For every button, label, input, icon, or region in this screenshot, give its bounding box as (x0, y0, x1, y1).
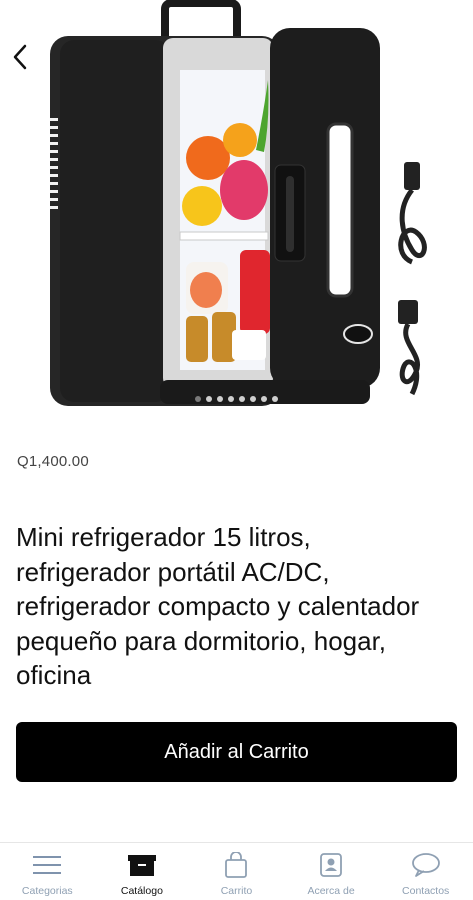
box-icon (127, 851, 157, 879)
gallery-dot[interactable] (195, 396, 201, 402)
gallery-dot[interactable] (217, 396, 223, 402)
nav-item-categorias[interactable]: Categorias (2, 843, 92, 897)
chevron-left-icon (13, 44, 27, 70)
nav-label: Acerca de (307, 885, 355, 897)
shopping-bag-icon (224, 851, 248, 879)
product-image-gallery[interactable] (0, 0, 473, 420)
add-to-cart-button[interactable]: Añadir al Carrito (16, 722, 457, 782)
back-button[interactable] (8, 40, 32, 74)
product-title: Mini refrigerador 15 litros, refrigerado… (16, 522, 420, 690)
gallery-dot[interactable] (228, 396, 234, 402)
product-price: Q1,400.00 (17, 453, 89, 470)
menu-icon (32, 851, 62, 879)
product-image (50, 0, 427, 406)
gallery-dot[interactable] (250, 396, 256, 402)
bottom-navigation: Categorias Catálogo Carrito Acerca de Co… (0, 842, 473, 900)
nav-label: Categorias (21, 885, 73, 897)
nav-item-carrito[interactable]: Carrito (191, 843, 281, 897)
nav-label: Catálogo (120, 885, 163, 897)
nav-item-contactos[interactable]: Contactos (381, 843, 471, 897)
nav-label: Carrito (220, 885, 253, 897)
gallery-dot[interactable] (206, 396, 212, 402)
profile-card-icon (319, 851, 343, 879)
gallery-pagination-dots[interactable] (0, 396, 473, 402)
chat-bubble-icon (411, 851, 441, 879)
nav-item-catalogo[interactable]: Catálogo (97, 843, 187, 897)
gallery-dot[interactable] (261, 396, 267, 402)
nav-item-acerca-de[interactable]: Acerca de (286, 843, 376, 897)
nav-label: Contactos (402, 885, 450, 897)
gallery-dot[interactable] (239, 396, 245, 402)
gallery-dot[interactable] (272, 396, 278, 402)
